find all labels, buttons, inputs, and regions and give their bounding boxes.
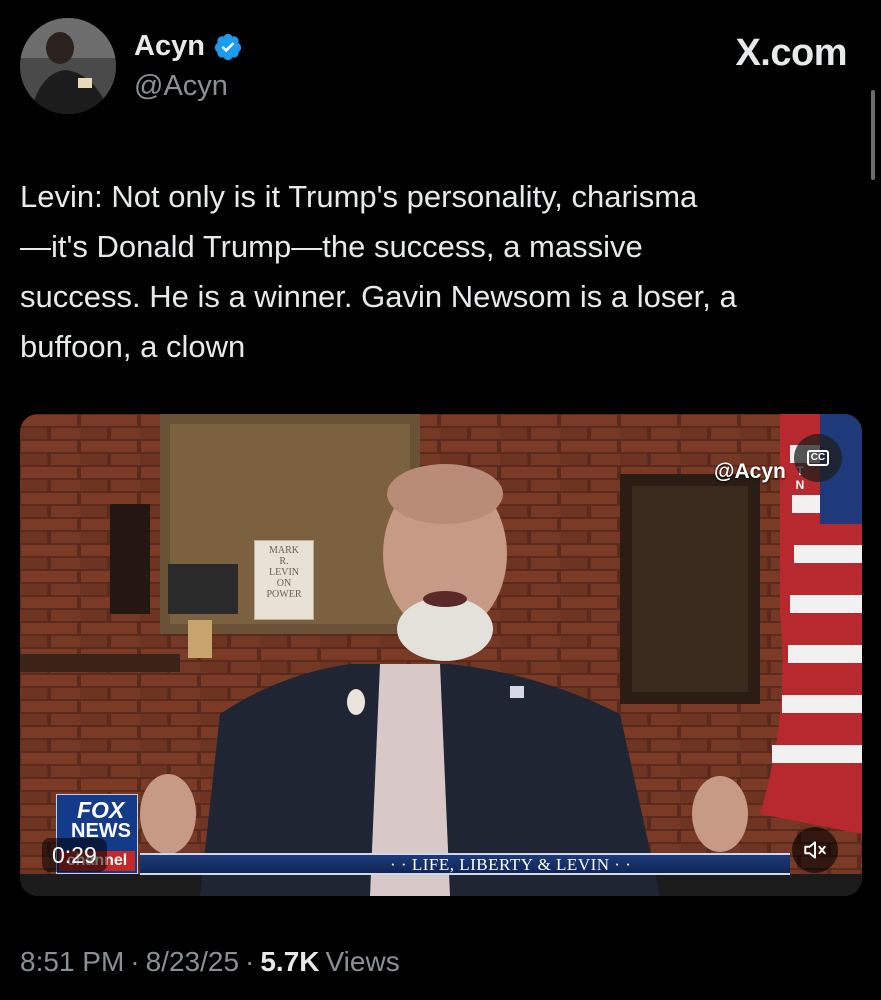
scrollbar[interactable]: [871, 90, 875, 180]
tweet-text: Levin: Not only is it Trump's personalit…: [20, 179, 737, 364]
post-time[interactable]: 8:51 PM: [20, 946, 124, 978]
tweet-meta: 8:51 PM · 8/23/25 · 5.7K Views: [20, 946, 400, 978]
book-line: POWER: [266, 589, 302, 600]
mute-button[interactable]: [792, 827, 838, 873]
book-line: R.: [279, 556, 289, 567]
views-label: Views: [325, 946, 400, 977]
video-player[interactable]: MARK R. LEVIN ON POWER @Acyn M T N CC · …: [20, 414, 862, 896]
captions-button[interactable]: CC: [794, 434, 842, 482]
site-label: X.com: [735, 32, 847, 74]
video-frame: [20, 414, 862, 896]
video-duration: 0:29: [42, 838, 107, 872]
video-watermark: @Acyn: [714, 460, 786, 483]
lower-third-banner: · · LIFE, LIBERTY & LEVIN · ·: [140, 853, 790, 875]
captions-icon: CC: [806, 450, 830, 466]
network-logo-letter: N: [795, 478, 805, 492]
display-name[interactable]: Acyn: [134, 30, 205, 63]
verified-badge-icon: [213, 32, 243, 62]
speaker-muted-icon: [804, 841, 826, 859]
book-line: LEVIN: [269, 567, 299, 578]
avatar[interactable]: [20, 18, 116, 114]
name-row: Acyn: [134, 30, 243, 63]
show-title: · · LIFE, LIBERTY & LEVIN · ·: [390, 855, 632, 874]
meta-separator: ·: [130, 946, 140, 977]
book-line: ON: [276, 578, 292, 589]
avatar-image: [20, 18, 116, 114]
book-cover: MARK R. LEVIN ON POWER: [254, 540, 314, 620]
meta-separator: ·: [245, 946, 255, 977]
views-count: 5.7K: [260, 946, 320, 977]
tweet-header: Acyn @Acyn X.com: [20, 16, 851, 116]
post-date[interactable]: 8/23/25: [146, 946, 239, 978]
handle[interactable]: @Acyn: [134, 70, 228, 103]
book-line: MARK: [268, 545, 299, 556]
